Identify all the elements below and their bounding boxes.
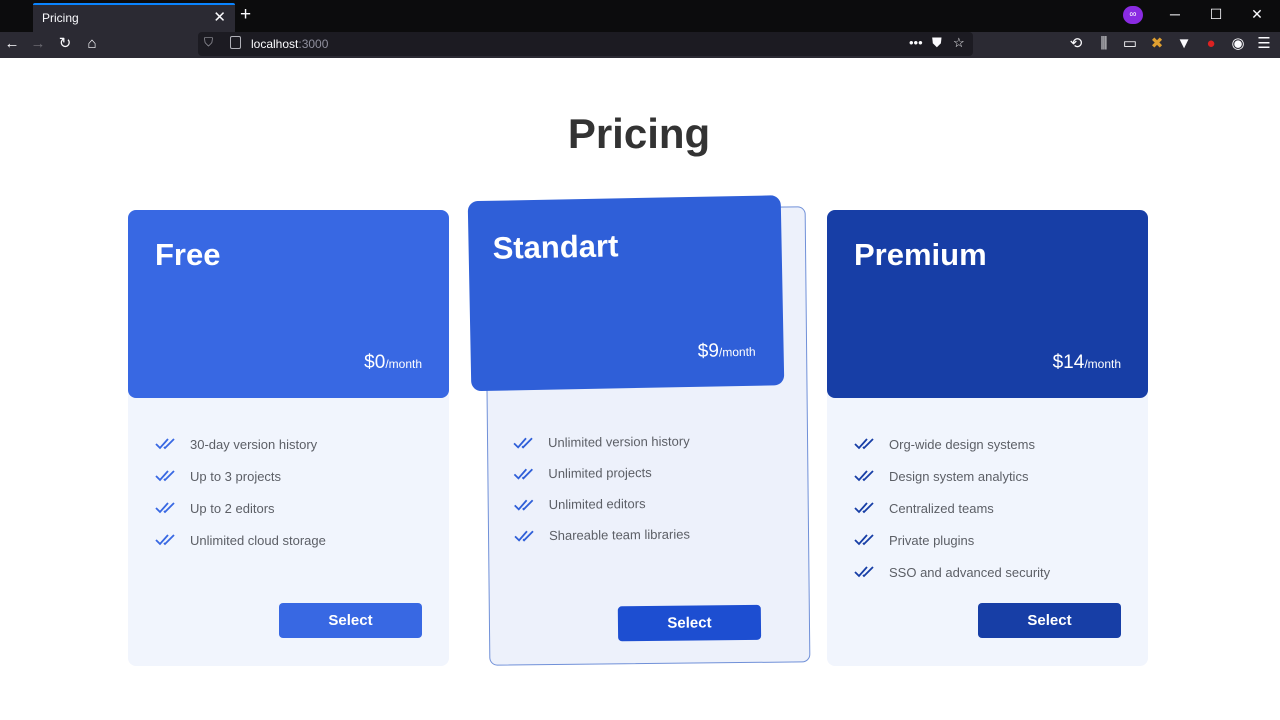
feature-item: Design system analytics bbox=[854, 460, 1050, 492]
feature-item: Centralized teams bbox=[854, 492, 1050, 524]
price-period: /month bbox=[385, 357, 422, 371]
price-amount: $14 bbox=[1052, 352, 1085, 373]
ublock-icon[interactable]: ● bbox=[1202, 35, 1220, 53]
plan-name: Premium bbox=[854, 237, 987, 272]
feature-text: Unlimited version history bbox=[547, 433, 690, 451]
account-icon[interactable]: ◉ bbox=[1229, 35, 1247, 53]
double-check-icon bbox=[514, 530, 534, 542]
home-icon[interactable]: ⌂ bbox=[83, 35, 101, 53]
vue-devtools-icon[interactable]: ▼ bbox=[1175, 35, 1193, 53]
feature-item: Up to 2 editors bbox=[155, 492, 326, 524]
url-bar[interactable]: ⛉ localhost:3000 ••• ⛊ ☆ bbox=[198, 32, 973, 56]
double-check-icon bbox=[155, 502, 175, 514]
tab-pricing[interactable]: Pricing ✕ bbox=[33, 3, 235, 32]
feature-text: Unlimited projects bbox=[548, 464, 652, 482]
feature-text: Centralized teams bbox=[889, 500, 994, 516]
double-check-icon bbox=[155, 534, 175, 546]
plan-header: Standart $9/month bbox=[467, 195, 785, 392]
feature-item: SSO and advanced security bbox=[854, 556, 1050, 588]
browser-chrome: Pricing ✕ + ∞ ─ ☐ ✕ ← → ↻ ⌂ ⟲ ⫼ ▭ ✖ ▼ ● … bbox=[0, 0, 1280, 58]
feature-text: 30-day version history bbox=[190, 436, 318, 452]
plan-header: Premium $14/month bbox=[827, 210, 1148, 398]
double-check-icon bbox=[854, 438, 874, 450]
feature-text: SSO and advanced security bbox=[889, 564, 1051, 580]
page-title: Pricing bbox=[567, 110, 711, 157]
plan-name: Standart bbox=[492, 228, 619, 266]
tab-strip: Pricing ✕ + ∞ ─ ☐ ✕ bbox=[0, 0, 1280, 32]
feature-list: 30-day version history Up to 3 projects … bbox=[155, 428, 326, 556]
plan-price: $9/month bbox=[698, 340, 756, 363]
feature-item: 30-day version history bbox=[155, 428, 326, 460]
feature-item: Private plugins bbox=[854, 524, 1050, 556]
minimize-icon[interactable]: ─ bbox=[1165, 6, 1185, 22]
feature-item: Org-wide design systems bbox=[854, 428, 1050, 460]
feature-text: Up to 2 editors bbox=[190, 500, 275, 516]
feature-list: Unlimited version history Unlimited proj… bbox=[513, 426, 691, 552]
close-window-icon[interactable]: ✕ bbox=[1247, 6, 1267, 23]
plan-header: Free $0/month bbox=[128, 210, 449, 398]
back-icon[interactable]: ← bbox=[3, 35, 21, 53]
feature-item: Up to 3 projects bbox=[155, 460, 326, 492]
plan-name: Free bbox=[155, 237, 221, 272]
plan-price: $0/month bbox=[364, 352, 422, 374]
tab-title: Pricing bbox=[42, 11, 79, 25]
reload-icon[interactable]: ↻ bbox=[56, 35, 74, 53]
price-amount: $9 bbox=[697, 340, 720, 362]
price-period: /month bbox=[718, 344, 756, 360]
select-standart-button[interactable]: Select bbox=[617, 604, 762, 642]
select-premium-button[interactable]: Select bbox=[978, 603, 1121, 638]
forward-icon[interactable]: → bbox=[29, 35, 47, 53]
feature-item: Unlimited editors bbox=[514, 488, 691, 521]
price-period: /month bbox=[1084, 357, 1121, 371]
feature-text: Unlimited cloud storage bbox=[190, 532, 326, 548]
double-check-icon bbox=[854, 470, 874, 482]
private-mask-icon[interactable]: ∞ bbox=[1123, 6, 1143, 24]
library-icon[interactable]: ⫼ bbox=[1095, 35, 1113, 53]
feature-text: Org-wide design systems bbox=[889, 436, 1035, 452]
plan-card-free: Free $0/month 30-day version history Up … bbox=[128, 210, 449, 666]
double-check-icon bbox=[155, 470, 175, 482]
double-check-icon bbox=[854, 534, 874, 546]
plan-price: $14/month bbox=[1053, 352, 1121, 374]
page-info-icon[interactable] bbox=[230, 36, 241, 49]
history-icon[interactable]: ⟲ bbox=[1067, 35, 1085, 53]
shield-icon[interactable]: ⛉ bbox=[204, 35, 213, 50]
feature-item: Shareable team libraries bbox=[514, 519, 691, 552]
feature-list: Org-wide design systems Design system an… bbox=[854, 428, 1050, 588]
double-check-icon bbox=[514, 499, 534, 511]
pocket-icon[interactable]: ⛊ bbox=[932, 35, 942, 51]
menu-icon[interactable]: ☰ bbox=[1255, 35, 1273, 53]
feature-text: Up to 3 projects bbox=[190, 468, 282, 484]
feature-text: Unlimited editors bbox=[548, 496, 646, 513]
extension-icon[interactable]: ✖ bbox=[1148, 35, 1166, 53]
bookmark-star-icon[interactable]: ☆ bbox=[953, 35, 965, 51]
price-amount: $0 bbox=[364, 352, 386, 373]
page: Pricing Free $0/month 30-day version his… bbox=[0, 58, 1280, 720]
sidebar-icon[interactable]: ▭ bbox=[1121, 35, 1139, 53]
new-tab-icon[interactable]: + bbox=[240, 5, 251, 24]
double-check-icon bbox=[513, 437, 533, 449]
select-free-button[interactable]: Select bbox=[279, 603, 422, 638]
plan-card-premium: Premium $14/month Org-wide design system… bbox=[827, 210, 1148, 666]
double-check-icon bbox=[854, 566, 874, 578]
plan-card-standart: Standart $9/month Unlimited version hist… bbox=[467, 195, 811, 666]
feature-text: Shareable team libraries bbox=[548, 526, 691, 544]
url-text[interactable]: localhost:3000 bbox=[251, 37, 328, 51]
feature-text: Design system analytics bbox=[889, 468, 1029, 484]
more-actions-icon[interactable]: ••• bbox=[909, 35, 923, 50]
close-tab-icon[interactable]: ✕ bbox=[213, 8, 226, 26]
feature-text: Private plugins bbox=[889, 532, 975, 548]
double-check-icon bbox=[854, 502, 874, 514]
double-check-icon bbox=[513, 468, 533, 480]
double-check-icon bbox=[155, 438, 175, 450]
feature-item: Unlimited version history bbox=[513, 426, 690, 459]
feature-item: Unlimited projects bbox=[513, 457, 690, 490]
maximize-icon[interactable]: ☐ bbox=[1206, 6, 1226, 23]
feature-item: Unlimited cloud storage bbox=[155, 524, 326, 556]
